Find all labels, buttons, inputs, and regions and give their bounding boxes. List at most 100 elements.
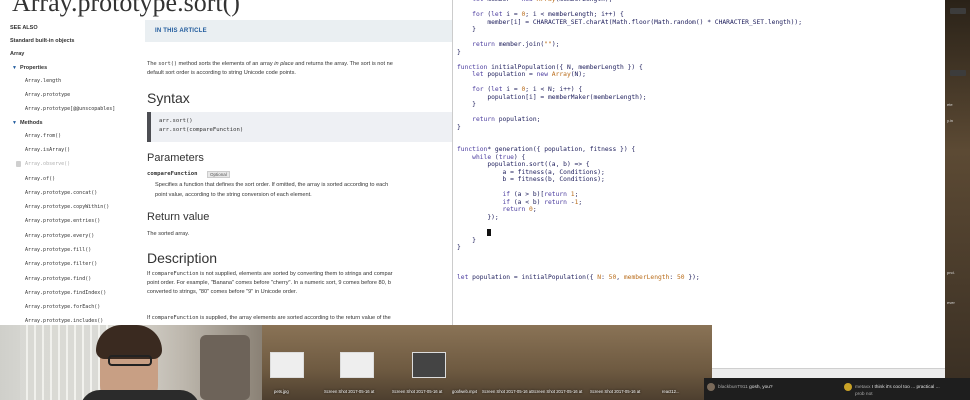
sidebar-item-method[interactable]: Array.isArray() (25, 147, 70, 153)
window-blinds (20, 325, 110, 400)
text-cursor (487, 228, 492, 236)
browser-window: Array.prototype.sort() SEE ALSO Standard… (0, 0, 452, 325)
inline-code: compareFunction (151, 315, 199, 321)
chat-text: I think it's cool too ... practical ... (871, 385, 940, 390)
description-line: converted to strings, "80" comes before … (147, 289, 298, 295)
sidebar-item-method[interactable]: Array.of() (25, 176, 55, 182)
array-link[interactable]: Array (10, 51, 24, 57)
text: is not supplied, elements are sorted by … (198, 271, 393, 277)
desktop-file-label[interactable]: react12... (662, 389, 679, 394)
sidebar-item-method[interactable]: Array.prototype.findIndex() (25, 290, 106, 296)
param-description-line: Specifies a function that defines the so… (155, 182, 389, 188)
see-also-heading: SEE ALSO (10, 25, 38, 31)
edge-label: y.in (947, 118, 953, 123)
chat-overlay: blackbunT911 gosh, you? metaxx I think i… (704, 378, 970, 400)
sidebar-item-method[interactable]: Array.prototype.fill() (25, 247, 91, 253)
sidebar: SEE ALSO Standard built-in objects Array… (0, 18, 128, 325)
chat-avatar (844, 383, 852, 391)
chat-message: prob not (855, 392, 873, 397)
desktop-file-label[interactable]: Screen Shot 2017-05-16 at (324, 389, 374, 394)
sidebar-item-method[interactable]: Array.prototype.includes() (25, 318, 103, 324)
desktop-file-thumbnail[interactable] (340, 352, 374, 378)
code-editor[interactable]: let member = new Array(memberLength); fo… (452, 0, 945, 378)
chair (200, 335, 250, 400)
article: IN THIS ARTICLE The sort() method sorts … (145, 18, 452, 325)
syntax-line: arr.sort(compareFunction) (159, 127, 244, 133)
intro-paragraph-line: default sort order is according to strin… (147, 70, 296, 76)
chat-username: blackbunT911 (718, 385, 748, 390)
syntax-heading: Syntax (147, 90, 190, 106)
syntax-code-block: arr.sort() arr.sort(compareFunction) (147, 112, 452, 142)
sidebar-item-method[interactable]: Array.prototype.find() (25, 276, 91, 282)
sidebar-item-method[interactable]: Array.prototype.copyWithin() (25, 204, 109, 210)
optional-badge: Optional (207, 171, 230, 178)
triangle-down-icon: ▼ (12, 65, 17, 71)
methods-toggle[interactable]: ▼ Methods (12, 120, 43, 126)
sidebar-item-method[interactable]: Array.from() (25, 133, 61, 139)
properties-label: Properties (19, 65, 48, 71)
chat-username: prob not (855, 392, 873, 397)
text: The (147, 61, 159, 67)
desktop-file-thumbnail[interactable] (270, 352, 304, 378)
builtin-objects-link[interactable]: Standard built-in objects (10, 38, 74, 44)
properties-toggle[interactable]: ▼ Properties (12, 65, 47, 71)
person-shirt (80, 390, 200, 400)
desktop-file-label[interactable]: goofweb.mp4 (452, 389, 477, 394)
description-heading: Description (147, 250, 218, 266)
param-name: compareFunction (147, 171, 198, 177)
sidebar-item-method[interactable]: Array.prototype.entries() (25, 218, 100, 224)
glasses (108, 355, 152, 366)
person-hair (96, 325, 162, 359)
methods-label: Methods (19, 120, 43, 126)
parameters-heading: Parameters (147, 152, 204, 164)
window-chip (950, 70, 966, 76)
window-chip (950, 8, 966, 14)
description-line: point order. For example, "Banana" comes… (147, 280, 391, 286)
sidebar-item-method[interactable]: Array.prototype.concat() (25, 190, 97, 196)
emphasis: in place (274, 61, 294, 67)
description-line: If compareFunction is not supplied, elem… (147, 270, 393, 278)
desktop-file-thumbnail[interactable] (412, 352, 446, 378)
param-description-line: point value, according to the string con… (155, 192, 312, 198)
page-title: Array.prototype.sort() (12, 0, 240, 17)
sidebar-item-array-prototype[interactable]: Array.prototype (25, 92, 70, 98)
desktop-file-label[interactable]: Screen Shot 2017-05-16 at (590, 389, 640, 394)
method-label: Array.observe() (25, 161, 71, 167)
sidebar-item-method[interactable]: Array.prototype.every() (25, 233, 94, 239)
warning-icon (16, 161, 21, 167)
desktop-edge: ete y.in pnd. ever (945, 0, 970, 378)
desktop-file-label[interactable]: pets.jpg (274, 389, 289, 394)
intro-paragraph-line: The sort() method sorts the elements of … (147, 60, 393, 68)
desktop-file-label[interactable]: Screen Shot 2017-05-16 at (532, 389, 582, 394)
inline-code: compareFunction (151, 271, 199, 277)
sidebar-item-method[interactable]: Array.prototype.forEach() (25, 304, 100, 310)
triangle-down-icon: ▼ (12, 120, 17, 126)
chat-username: metaxx (855, 385, 871, 390)
in-this-article-box[interactable]: IN THIS ARTICLE (145, 20, 452, 42)
chat-avatar (707, 383, 715, 391)
sidebar-item-array-length[interactable]: Array.length (25, 78, 61, 84)
text: and returns the array. The sort is not n… (293, 61, 393, 67)
inline-code: sort() (158, 61, 177, 67)
in-this-article-label: IN THIS ARTICLE (155, 28, 207, 34)
desktop-file-label[interactable]: Screen Shot 2017-05-16 at (392, 389, 442, 394)
edge-label: ever (947, 300, 955, 305)
text: method sorts the elements of an array (176, 61, 275, 67)
return-value-text: The sorted array. (147, 231, 190, 237)
sidebar-item-method[interactable]: Array.prototype.filter() (25, 261, 97, 267)
desktop: pets.jpg Screen Shot 2017-05-16 at Scree… (262, 325, 712, 400)
edge-label: ete (947, 102, 953, 107)
webcam-feed (0, 325, 262, 400)
return-value-heading: Return value (147, 211, 210, 223)
description-line: If compareFunction is supplied, the arra… (147, 314, 391, 322)
chat-message: metaxx I think it's cool too ... practic… (855, 385, 940, 390)
desktop-file-label[interactable]: Screen Shot 2017-05-16 at (482, 389, 532, 394)
chat-message: blackbunT911 gosh, you? (718, 385, 773, 390)
sidebar-item-method-deprecated[interactable]: Array.observe() (16, 161, 71, 167)
code-text[interactable]: let member = new Array(memberLength); fo… (457, 0, 802, 282)
chat-text: gosh, you? (749, 385, 773, 390)
text: is supplied, the array elements are sort… (198, 315, 391, 321)
syntax-line: arr.sort() (159, 118, 193, 124)
edge-label: pnd. (947, 270, 955, 275)
sidebar-item-array-unscopables[interactable]: Array.prototype[@@unscopables] (25, 106, 115, 112)
